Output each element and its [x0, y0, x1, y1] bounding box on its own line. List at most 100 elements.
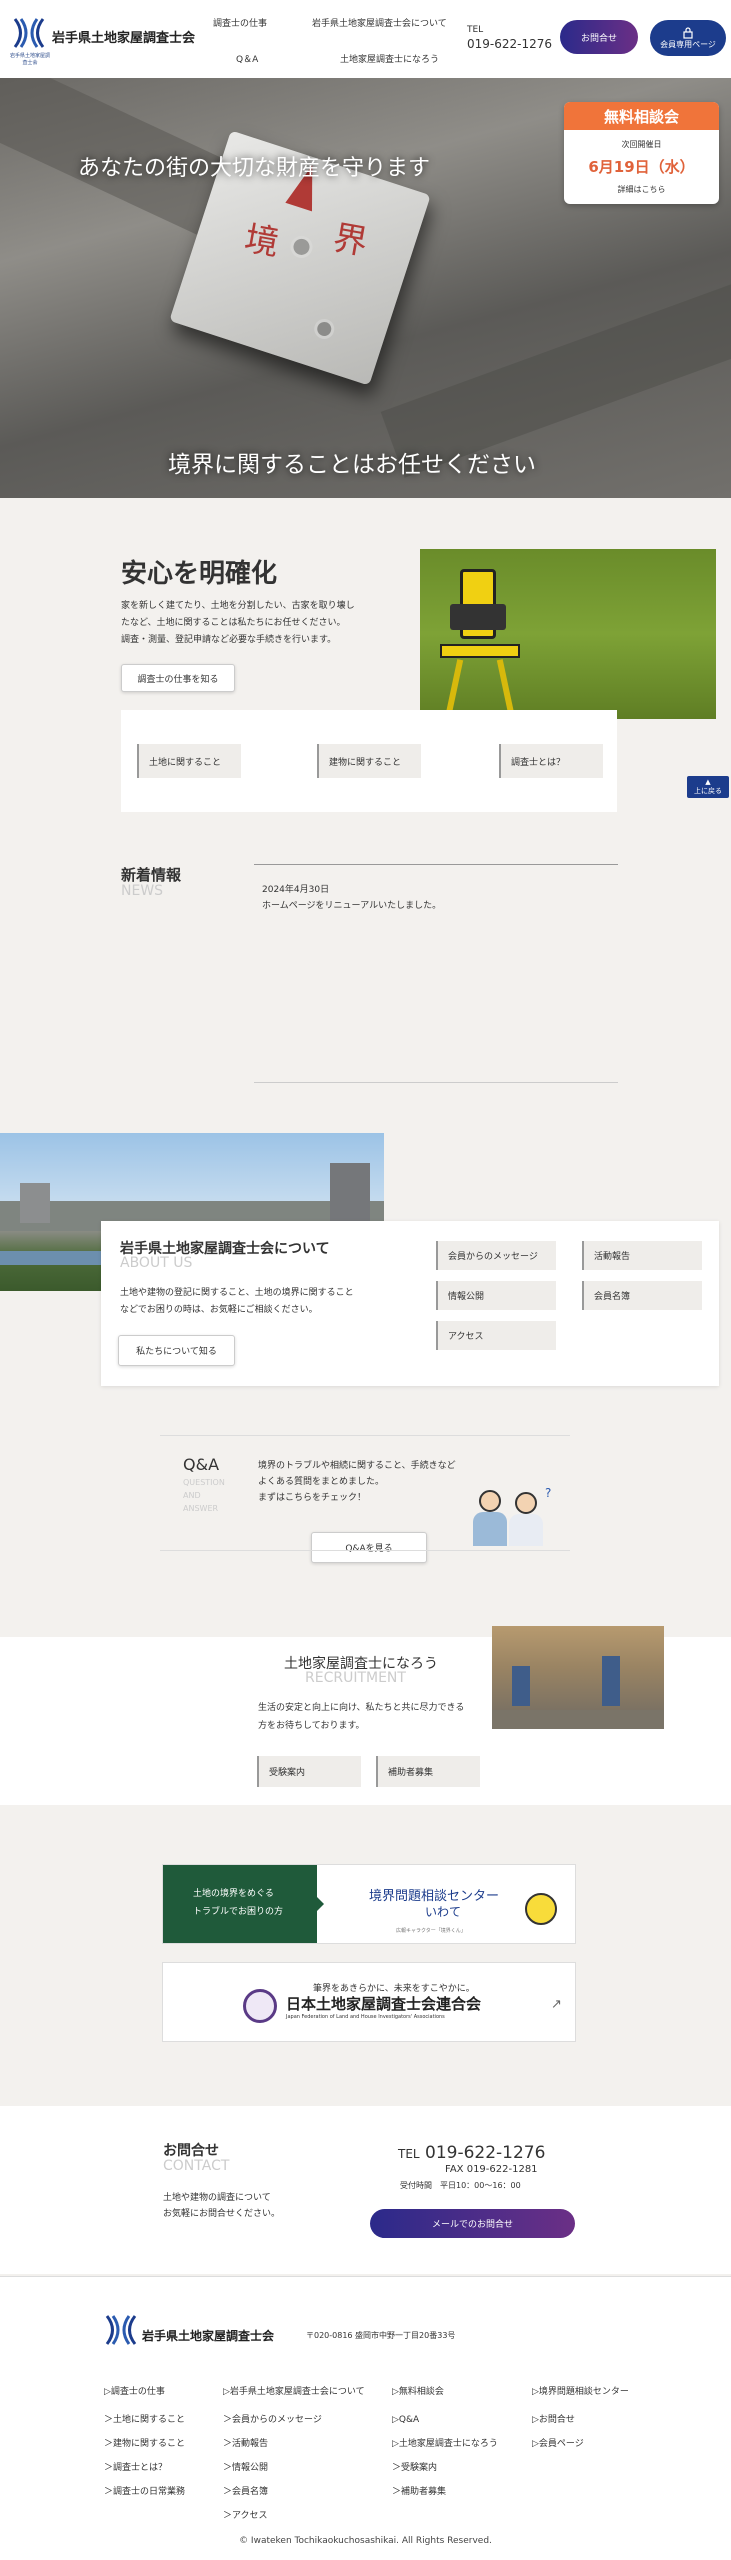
footer-col-about: ▷岩手県土地家屋調査士会について ＞会員からのメッセージ ＞活動報告 ＞情報公開…: [223, 2380, 365, 2528]
member-page-button[interactable]: 会員専用ページ: [650, 20, 726, 56]
about-learn-button[interactable]: 私たちについて知る: [118, 1335, 235, 1366]
news-date: 2024年4月30日: [262, 885, 330, 895]
footer-logo-icon[interactable]: [104, 2313, 138, 2347]
footer-link[interactable]: ▷岩手県土地家屋調査士会について: [223, 2380, 365, 2404]
footer-link[interactable]: ＞補助者募集: [392, 2480, 498, 2504]
building: [20, 1183, 50, 1223]
survey-work-photo: [492, 1626, 664, 1729]
clarify-text-line: たなど、土地に関することは私たちにお任せください。: [121, 618, 346, 628]
federation-title-en: Japan Federation of Land and House Inves…: [286, 2014, 445, 2020]
header-tel-number[interactable]: 019-622-1276: [467, 37, 552, 51]
plate-center-mark: [287, 233, 316, 261]
about-text: 土地や建物の登記に関すること、土地の境界に関すること などでお困りの時は、お気軽…: [120, 1285, 380, 1319]
federation-title: 日本土地家屋調査士会連合会: [286, 1995, 482, 2013]
worker: [512, 1666, 530, 1706]
work-learn-button[interactable]: 調査士の仕事を知る: [121, 664, 235, 692]
consultation-date: 6月19日（水）: [588, 158, 695, 176]
recruit-link-exam[interactable]: 受験案内: [257, 1756, 361, 1787]
contact-button[interactable]: お問合せ: [560, 20, 638, 54]
about-link-access[interactable]: アクセス: [436, 1321, 556, 1350]
footer-link[interactable]: ＞会員名簿: [223, 2480, 365, 2504]
footer-col-extra: ▷境界問題相談センター ▷お問合せ ▷会員ページ: [532, 2380, 629, 2456]
footer-site-name: 岩手県土地家屋調査士会: [142, 2329, 275, 2343]
footer-col-other: ▷無料相談会 ▷Q&A ▷土地家屋調査士になろう ＞受験案内 ＞補助者募集: [392, 2380, 498, 2504]
footer-link[interactable]: ＞情報公開: [223, 2456, 365, 2480]
contact-tel[interactable]: TEL 019-622-1276: [398, 2143, 545, 2163]
qa-title: Q&A: [183, 1455, 220, 1474]
footer-link[interactable]: ▷土地家屋調査士になろう: [392, 2432, 498, 2456]
arrow-up-icon: ▲: [705, 778, 711, 786]
about-card: 岩手県土地家屋調査士会について ABOUT US 土地や建物の登記に関すること、…: [101, 1221, 719, 1386]
footer-col-work: ▷調査士の仕事 ＞土地に関すること ＞建物に関すること ＞調査士とは？ ＞調査士…: [104, 2380, 185, 2504]
site-header: 岩手県土地家屋調査士会 岩手県土地家屋調査士会 調査士の仕事 岩手県土地家屋調査…: [0, 0, 731, 78]
footer-copyright: © Iwateken Tochikaokuchosashikai. All Ri…: [239, 2536, 492, 2546]
qa-en-line: QUESTION: [183, 1478, 225, 1487]
qa-en-line: AND: [183, 1491, 201, 1500]
consultation-detail-link[interactable]: 詳細はこちら: [564, 184, 719, 195]
about-link-activity[interactable]: 活動報告: [582, 1241, 702, 1270]
contact-title-en: CONTACT: [163, 2158, 230, 2174]
footer-link[interactable]: ＞調査士の日常業務: [104, 2480, 185, 2504]
footer-link[interactable]: ▷お問合せ: [532, 2408, 629, 2432]
recruit-link-assistant[interactable]: 補助者募集: [376, 1756, 480, 1787]
footer-link[interactable]: ＞アクセス: [223, 2504, 365, 2528]
tag-land[interactable]: 土地に関すること: [137, 744, 241, 778]
footer-link[interactable]: ▷無料相談会: [392, 2380, 498, 2404]
about-text-line: などでお困りの時は、お気軽にご相談ください。: [120, 1305, 318, 1315]
news-item-link[interactable]: ホームページをリニューアルいたしました。: [262, 898, 441, 911]
nav-about[interactable]: 岩手県土地家屋調査士会について: [312, 16, 447, 29]
person-head: [515, 1492, 537, 1514]
qa-view-button[interactable]: Q&Aを見る: [311, 1532, 427, 1563]
about-title-en: ABOUT US: [120, 1255, 193, 1271]
person-body: [473, 1512, 507, 1546]
question-mark-icon: ?: [545, 1486, 552, 1500]
back-to-top-button[interactable]: ▲ 上に戻る: [687, 776, 729, 798]
footer-link[interactable]: ▷Q&A: [392, 2408, 498, 2432]
footer-link[interactable]: ＞建物に関すること: [104, 2432, 185, 2456]
recruit-text: 生活の安定と向上に向け、私たちと共に尽力できる 方をお待ちしております。: [258, 1699, 498, 1735]
consultation-title: 無料相談会: [564, 102, 719, 130]
site-title[interactable]: 岩手県土地家屋調査士会: [52, 27, 195, 46]
footer-link[interactable]: ＞調査士とは？: [104, 2456, 185, 2480]
qa-title-en: QUESTION AND ANSWER: [183, 1476, 225, 1515]
news-title-en: NEWS: [121, 883, 164, 899]
consultation-card[interactable]: 無料相談会 次回開催日 6月19日（水） 詳細はこちら: [564, 102, 719, 204]
footer-link[interactable]: ＞土地に関すること: [104, 2408, 185, 2432]
about-link-members[interactable]: 会員名簿: [582, 1281, 702, 1310]
about-link-message[interactable]: 会員からのメッセージ: [436, 1241, 556, 1270]
footer-link[interactable]: ＞会員からのメッセージ: [223, 2408, 365, 2432]
nav-qa[interactable]: Q＆A: [236, 52, 258, 65]
tag-building[interactable]: 建物に関すること: [317, 744, 421, 778]
footer-link[interactable]: ▷会員ページ: [532, 2432, 629, 2456]
footer-link[interactable]: ▷境界問題相談センター: [532, 2380, 629, 2404]
footer-link[interactable]: ▷調査士の仕事: [104, 2380, 185, 2404]
footer-link[interactable]: ＞受験案内: [392, 2456, 498, 2480]
qa-text-line: 境界のトラブルや相続に関すること、手続きなど: [258, 1461, 456, 1471]
contact-tel-number: 019-622-1276: [425, 2143, 546, 2163]
federation-banner[interactable]: 筆界をあきらかに、未来をすこやかに。 日本土地家屋調査士会連合会 Japan F…: [162, 1962, 576, 2042]
nav-work[interactable]: 調査士の仕事: [213, 16, 267, 29]
hero-tagline-2: 境界に関することはお任せください: [168, 452, 536, 478]
boundary-center-banner[interactable]: 土地の境界をめぐる トラブルでお困りの方 境界問題相談センター いわて 広報キャ…: [162, 1864, 576, 1944]
contact-section: [0, 2106, 731, 2274]
tag-surveyor[interactable]: 調査士とは？: [499, 744, 603, 778]
federation-logo-icon: [243, 1989, 277, 2023]
member-button-label: 会員専用ページ: [660, 39, 716, 49]
about-link-disclosure[interactable]: 情報公開: [436, 1281, 556, 1310]
person-head: [479, 1490, 501, 1512]
banner-left-panel: 土地の境界をめぐる トラブルでお困りの方: [163, 1865, 317, 1943]
plate-char-right: 界: [330, 218, 371, 264]
banner-character-caption: 広報キャラクター「境界くん」: [396, 1928, 466, 1934]
clarify-text-line: 家を新しく建てたり、土地を分割したい、古家を取り壊し: [121, 601, 355, 611]
recruit-text-line: 方をお待ちしております。: [258, 1721, 365, 1731]
qa-divider-top: [160, 1435, 570, 1436]
email-contact-button[interactable]: メールでのお問合せ: [370, 2209, 575, 2238]
qa-people-illustration: ?: [465, 1486, 561, 1548]
plate-char-left: 境: [241, 218, 282, 264]
logo-icon[interactable]: [12, 16, 46, 50]
qa-text-line: よくある質問をまとめました。: [258, 1477, 385, 1487]
nav-recruit[interactable]: 土地家屋調査士になろう: [340, 52, 439, 65]
contact-text: 土地や建物の調査について お気軽にお問合せください。: [163, 2190, 343, 2222]
contact-text-line: 土地や建物の調査について: [163, 2193, 271, 2203]
footer-link[interactable]: ＞活動報告: [223, 2432, 365, 2456]
